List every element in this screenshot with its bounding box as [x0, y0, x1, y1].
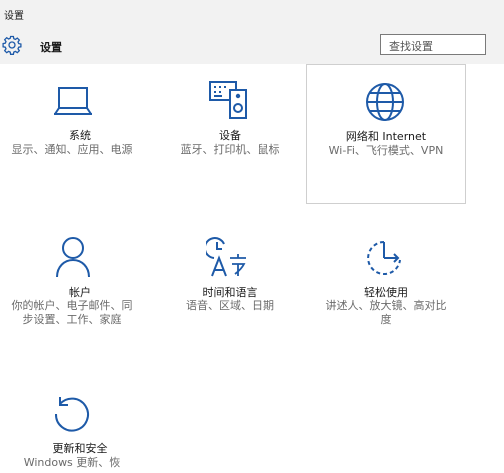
tile-desc: 你的帐户、电子邮件、同步设置、工作、家庭 — [11, 299, 133, 326]
tile-update-security[interactable]: 更新和安全 Windows 更新、恢 — [0, 388, 160, 473]
tile-title: 更新和安全 — [52, 442, 108, 455]
page-title: 设置 — [40, 41, 62, 54]
tile-desc: Wi-Fi、飞行模式、VPN — [328, 144, 444, 157]
update-icon — [52, 394, 92, 438]
tile-desc: Windows 更新、恢 — [23, 456, 121, 469]
laptop-icon — [53, 84, 93, 120]
tile-title: 时间和语言 — [202, 286, 258, 299]
tile-desc: 显示、通知、应用、电源 — [11, 143, 133, 156]
devices-icon — [208, 80, 250, 124]
tile-time-language[interactable]: 时间和语言 语音、区域、日期 — [150, 230, 310, 340]
tile-desc: 讲述人、放大镜、高对比度 — [325, 299, 447, 326]
globe-icon — [365, 82, 405, 126]
tile-accounts[interactable]: 帐户 你的帐户、电子邮件、同步设置、工作、家庭 — [0, 230, 160, 340]
tile-title: 系统 — [69, 129, 91, 142]
settings-window: 设置 设置 系统 显示、通知、应用、电源 — [0, 0, 504, 473]
time-language-icon — [203, 236, 250, 282]
tile-ease-of-access[interactable]: 轻松使用 讲述人、放大镜、高对比度 — [306, 230, 466, 340]
tile-desc: 语音、区域、日期 — [186, 299, 274, 312]
gear-icon — [2, 35, 22, 55]
tile-network[interactable]: 网络和 Internet Wi-Fi、飞行模式、VPN — [306, 64, 466, 204]
tile-devices[interactable]: 设备 蓝牙、打印机、鼠标 — [150, 70, 310, 210]
tile-system[interactable]: 系统 显示、通知、应用、电源 — [0, 70, 160, 210]
white-overlay — [300, 435, 490, 473]
ease-of-access-icon — [364, 238, 406, 282]
window-title: 设置 — [4, 11, 24, 22]
tile-title: 帐户 — [69, 286, 91, 299]
tile-title: 设备 — [219, 129, 241, 142]
person-icon — [53, 236, 93, 282]
search-box[interactable] — [380, 34, 486, 56]
tile-title: 网络和 Internet — [345, 130, 427, 143]
tile-title: 轻松使用 — [364, 286, 408, 299]
title-bar: 设置 — [0, 0, 504, 24]
tile-desc: 蓝牙、打印机、鼠标 — [180, 143, 280, 156]
search-input[interactable] — [381, 37, 485, 56]
